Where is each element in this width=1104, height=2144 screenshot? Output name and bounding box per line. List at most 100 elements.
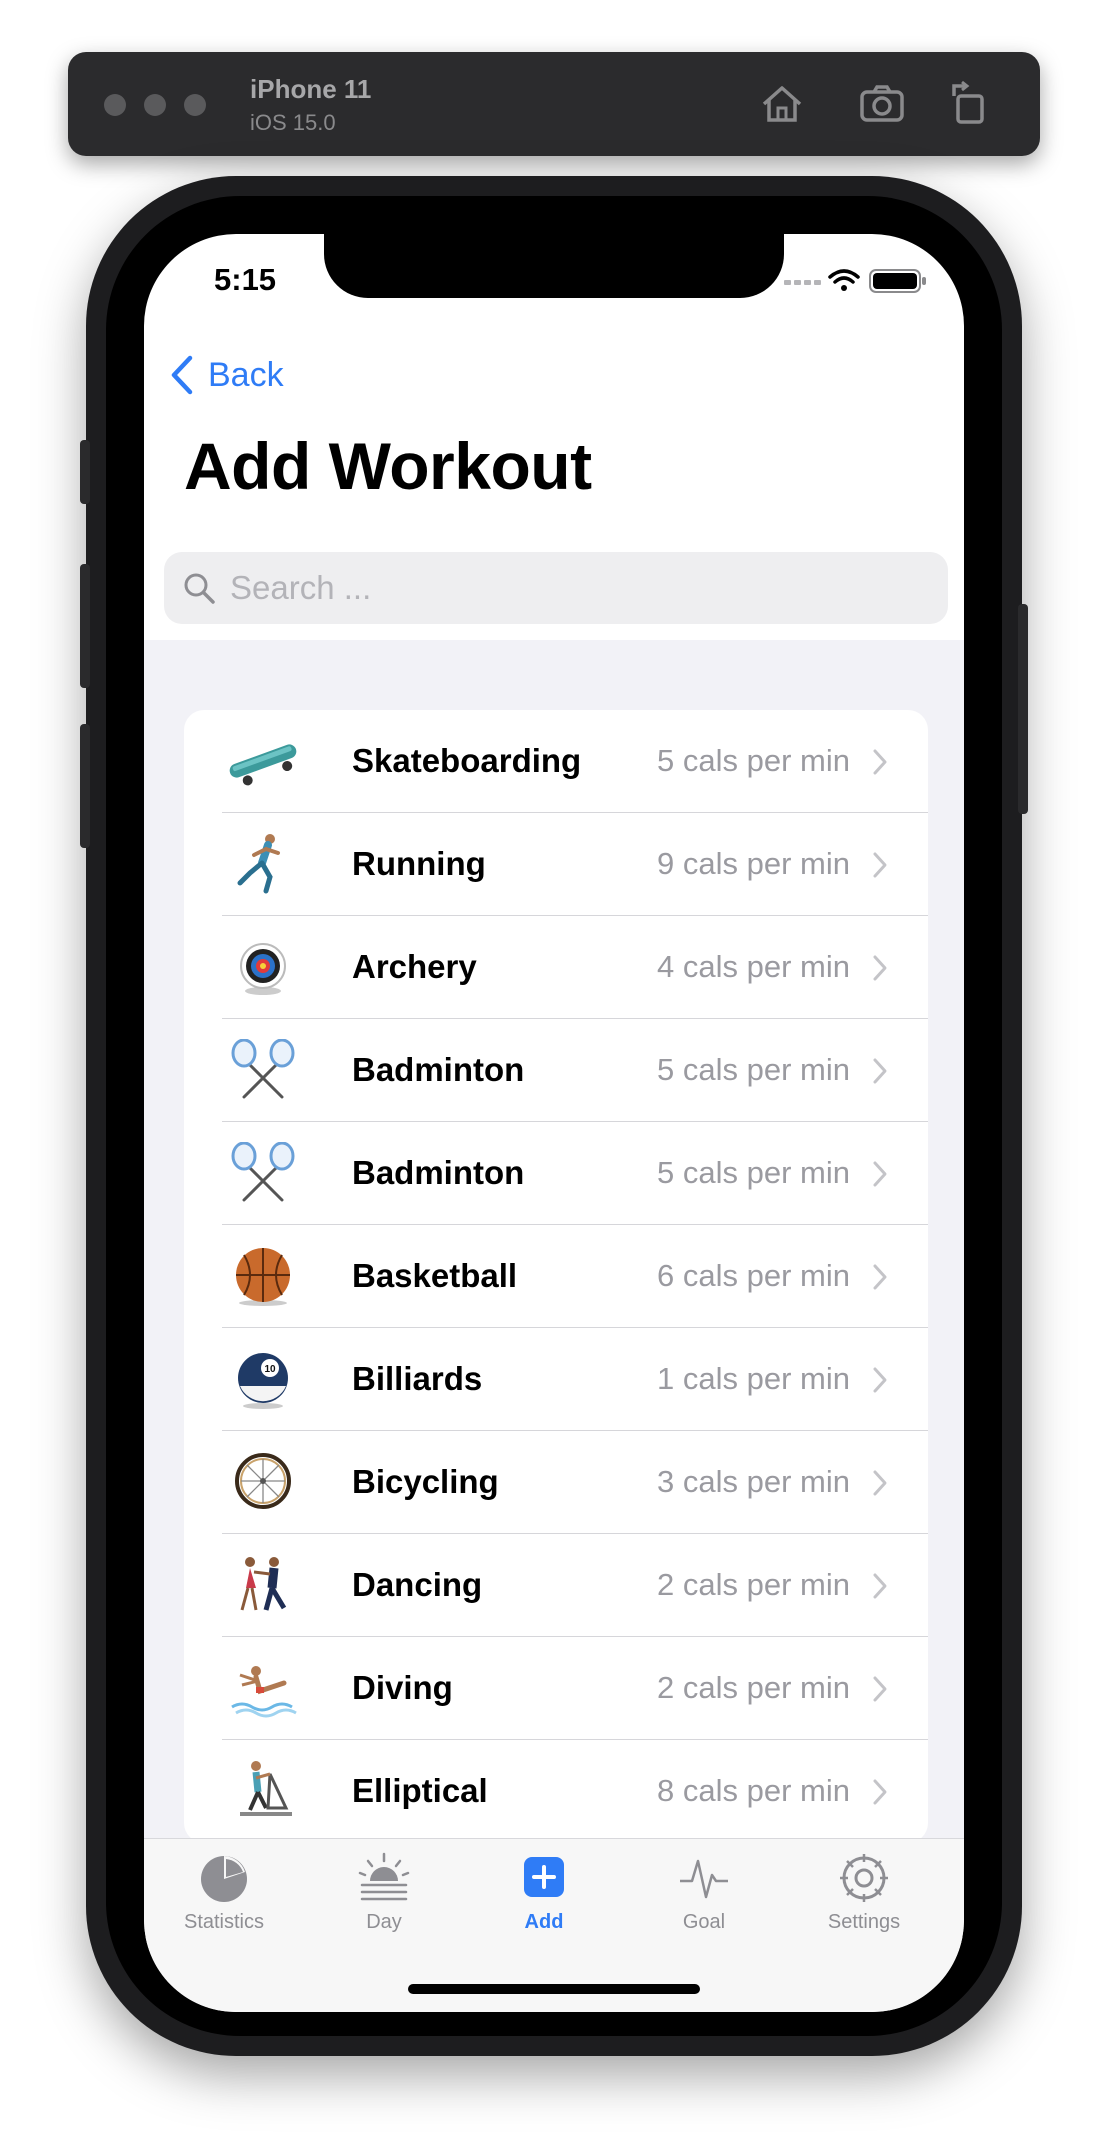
search-bar[interactable] xyxy=(164,552,948,624)
chevron-right-icon xyxy=(873,955,887,981)
notch xyxy=(324,234,784,298)
basketball-icon xyxy=(226,1245,300,1307)
workout-row[interactable]: Badminton 5 cals per min xyxy=(184,1122,928,1225)
back-label: Back xyxy=(208,355,284,394)
tab-label: Goal xyxy=(682,1911,726,1933)
chevron-right-icon xyxy=(873,1470,887,1496)
simulator-toolbar: iPhone 11 iOS 15.0 xyxy=(68,52,1040,156)
waveform-icon xyxy=(680,1859,728,1899)
volume-up-button xyxy=(80,564,90,688)
os-version: iOS 15.0 xyxy=(250,110,336,135)
workout-row[interactable]: 10 Billiards 1 cals per min xyxy=(184,1328,928,1431)
tab-day[interactable]: Day xyxy=(304,1851,464,1934)
billiard-ball-icon: 10 xyxy=(226,1348,300,1410)
cellular-icon xyxy=(784,280,821,285)
chevron-right-icon xyxy=(873,1161,887,1187)
badminton-icon xyxy=(226,1038,300,1101)
runner-icon xyxy=(226,833,300,895)
rotate-icon[interactable] xyxy=(942,76,998,132)
chevron-right-icon xyxy=(873,1779,887,1805)
workout-name: Badminton xyxy=(352,1154,525,1191)
search-input[interactable] xyxy=(230,569,910,607)
screenshot-icon[interactable] xyxy=(854,76,910,132)
diver-icon xyxy=(226,1657,300,1719)
workout-name: Dancing xyxy=(352,1566,483,1603)
svg-text:10: 10 xyxy=(264,1364,276,1375)
workout-name: Diving xyxy=(352,1669,453,1706)
window-zoom-button[interactable] xyxy=(184,94,206,116)
dancers-icon xyxy=(226,1554,300,1616)
workout-calories: 5 cals per min xyxy=(657,1155,850,1190)
mute-switch xyxy=(80,440,90,504)
pie-chart-icon xyxy=(201,1856,247,1902)
workout-calories: 6 cals per min xyxy=(657,1258,850,1293)
workout-calories: 3 cals per min xyxy=(657,1464,850,1499)
chevron-right-icon xyxy=(873,1676,887,1702)
workout-row[interactable]: Diving 2 cals per min xyxy=(184,1637,928,1740)
sunrise-icon xyxy=(358,1852,410,1901)
battery-icon xyxy=(869,269,926,293)
search-icon xyxy=(184,573,215,604)
workout-name: Badminton xyxy=(352,1051,525,1088)
volume-down-button xyxy=(80,724,90,848)
workout-name: Bicycling xyxy=(352,1463,499,1500)
workout-calories: 5 cals per min xyxy=(657,743,850,778)
window-close-button[interactable] xyxy=(104,94,126,116)
workout-calories: 2 cals per min xyxy=(657,1567,850,1602)
chevron-left-icon xyxy=(171,355,193,395)
app-screen: 5:15 Back Add Workout Skateboarding5 cal xyxy=(144,234,964,2012)
workout-row[interactable]: Badminton 5 cals per min xyxy=(184,1019,928,1122)
chevron-right-icon xyxy=(873,1573,887,1599)
workout-row[interactable]: Running 9 cals per min xyxy=(184,813,928,916)
tab-goal[interactable]: Goal xyxy=(624,1851,784,1934)
status-time: 5:15 xyxy=(214,262,277,297)
window-minimize-button[interactable] xyxy=(144,94,166,116)
badminton-icon xyxy=(226,1141,300,1204)
gear-icon xyxy=(840,1854,888,1902)
chevron-right-icon xyxy=(873,1264,887,1290)
workout-row[interactable]: Basketball 6 cals per min xyxy=(184,1225,928,1328)
workout-row[interactable]: Bicycling 3 cals per min xyxy=(184,1431,928,1534)
chevron-right-icon xyxy=(873,749,887,775)
workout-calories: 2 cals per min xyxy=(657,1670,850,1705)
tab-bar: Statistics Day Add Goal Settings xyxy=(144,1838,964,2012)
back-button[interactable]: Back xyxy=(168,350,284,400)
archery-target-icon xyxy=(226,936,300,998)
tab-settings[interactable]: Settings xyxy=(784,1851,944,1934)
tab-label: Add xyxy=(524,1911,564,1933)
workout-calories: 4 cals per min xyxy=(657,949,850,984)
workout-name: Archery xyxy=(352,948,477,985)
workout-calories: 9 cals per min xyxy=(657,846,850,881)
workout-calories: 5 cals per min xyxy=(657,1052,850,1087)
workout-list: Skateboarding 5 cals per min Running 9 cals… xyxy=(184,710,928,1843)
workout-list-background: Skateboarding 5 cals per min Running 9 cals… xyxy=(144,640,964,1843)
bicycle-wheel-icon xyxy=(226,1451,300,1513)
workout-calories: 1 cals per min xyxy=(657,1361,850,1396)
workout-row[interactable]: Dancing 2 cals per min xyxy=(184,1534,928,1637)
page-title: Add Workout xyxy=(184,429,592,503)
tab-label: Statistics xyxy=(183,1911,265,1933)
tab-statistics[interactable]: Statistics xyxy=(144,1851,304,1934)
skateboard-icon xyxy=(226,730,300,792)
tab-label: Settings xyxy=(827,1911,901,1933)
workout-row[interactable]: Archery 4 cals per min xyxy=(184,916,928,1019)
workout-name: Elliptical xyxy=(352,1772,488,1809)
tab-add[interactable]: Add xyxy=(464,1851,624,1934)
chevron-right-icon xyxy=(873,852,887,878)
workout-name: Billiards xyxy=(352,1360,483,1397)
workout-name: Skateboarding xyxy=(352,742,582,779)
elliptical-icon xyxy=(226,1760,300,1822)
workout-name: Basketball xyxy=(352,1257,518,1294)
workout-row[interactable]: Skateboarding 5 cals per min xyxy=(184,710,928,813)
workout-calories: 8 cals per min xyxy=(657,1773,850,1808)
device-name: iPhone 11 xyxy=(250,74,372,104)
chevron-right-icon xyxy=(873,1058,887,1084)
plus-square-icon xyxy=(524,1857,564,1897)
power-button xyxy=(1018,604,1028,814)
home-icon[interactable] xyxy=(754,76,810,132)
workout-name: Running xyxy=(352,845,486,882)
wifi-icon xyxy=(828,269,860,284)
chevron-right-icon xyxy=(873,1367,887,1393)
workout-row[interactable]: Elliptical 8 cals per min xyxy=(184,1740,928,1843)
home-indicator xyxy=(408,1984,700,1994)
